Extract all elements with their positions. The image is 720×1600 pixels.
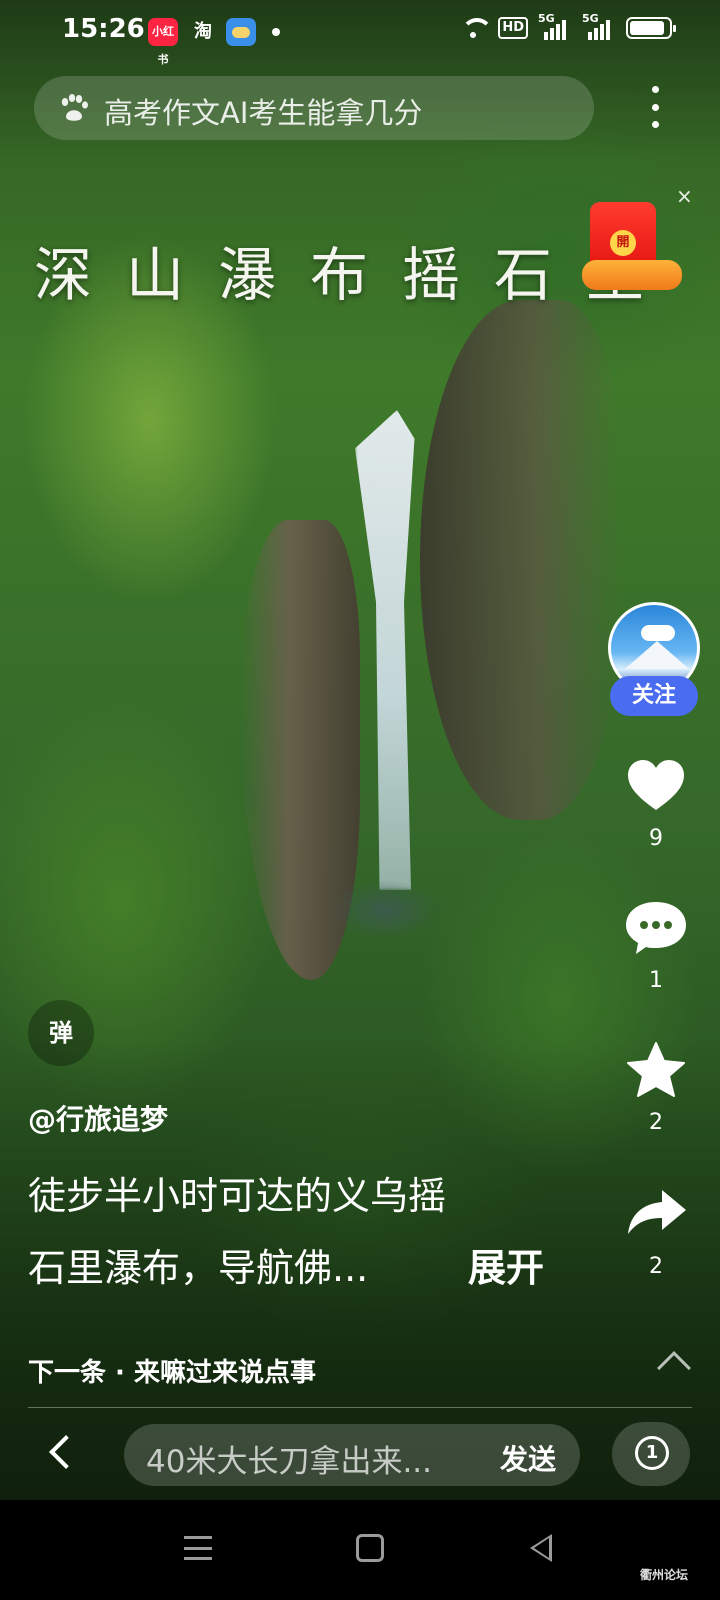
more-notifications-dot <box>272 28 280 36</box>
waterfall <box>355 410 415 890</box>
favorite-count: 2 <box>649 1110 663 1135</box>
description-line-1: 徒步半小时可达的义乌摇 <box>28 1174 447 1218</box>
share-button[interactable]: 2 <box>620 1184 692 1279</box>
recent-apps-icon[interactable] <box>184 1536 212 1560</box>
system-back-icon[interactable] <box>530 1534 552 1562</box>
system-indicators: HD 5G 5G <box>458 12 676 40</box>
cliff-rock-right <box>420 300 620 820</box>
like-button[interactable]: 9 <box>620 756 692 851</box>
share-arrow-icon <box>628 1190 686 1234</box>
site-watermark: 衢州论坛 <box>640 1568 689 1582</box>
status-time: 15:26 <box>62 14 145 44</box>
red-packet-coin: 開 <box>610 230 636 256</box>
divider <box>28 1407 692 1408</box>
danmu-toggle-button[interactable]: 弹 <box>28 1000 94 1066</box>
xiaohongshu-notification-icon: 小红书 <box>148 18 178 66</box>
status-bar: 15:26 小红书 淘 HD 5G 5G <box>0 0 720 66</box>
comment-bubble-icon <box>626 902 686 954</box>
weather-notification-icon <box>226 18 256 46</box>
comment-count: 1 <box>649 968 663 993</box>
signal-5g-icon: 5G <box>538 12 572 40</box>
hd-volte-icon: HD <box>498 17 528 39</box>
battery-icon <box>626 17 676 39</box>
search-query: 高考作文AI考生能拿几分 <box>104 96 423 130</box>
taobao-notification-icon: 淘 <box>194 21 212 42</box>
more-options-icon[interactable] <box>648 86 662 128</box>
next-video-link[interactable]: 下一条 · 来嘛过来说点事 <box>28 1352 316 1389</box>
signal-5g-icon-2: 5G <box>582 12 616 40</box>
red-packet-close-icon[interactable]: × <box>676 184 693 208</box>
video-description[interactable]: 徒步半小时可达的义乌摇 石里瀑布，导航佛... 展开 <box>28 1160 588 1304</box>
expand-description-button[interactable]: 展开 <box>468 1232 544 1304</box>
red-packet-button[interactable]: 開 <box>582 198 682 298</box>
system-navigation-bar <box>0 1500 720 1600</box>
baidu-paw-icon <box>61 94 88 121</box>
home-icon[interactable] <box>356 1534 384 1562</box>
favorite-button[interactable]: 2 <box>620 1040 692 1135</box>
waterfall-pool <box>330 880 440 940</box>
comment-button[interactable]: 1 <box>620 898 692 993</box>
heart-icon <box>628 760 684 810</box>
send-button[interactable]: 发送 <box>500 1438 556 1478</box>
replay-once-icon: 1 <box>635 1436 669 1470</box>
search-bar[interactable]: 高考作文AI考生能拿几分 <box>34 76 594 140</box>
author-username[interactable]: @行旅追梦 <box>28 1098 168 1138</box>
like-count: 9 <box>649 826 663 851</box>
follow-button[interactable]: 关注 <box>610 676 698 716</box>
share-count: 2 <box>649 1254 663 1279</box>
wifi-icon <box>458 16 494 40</box>
replay-button[interactable]: 1 <box>612 1422 690 1486</box>
red-packet-base <box>582 260 682 290</box>
comment-input[interactable]: 40米大长刀拿出来... 发送 <box>124 1424 580 1486</box>
star-icon <box>627 1042 685 1097</box>
comment-placeholder: 40米大长刀拿出来... <box>146 1444 433 1480</box>
